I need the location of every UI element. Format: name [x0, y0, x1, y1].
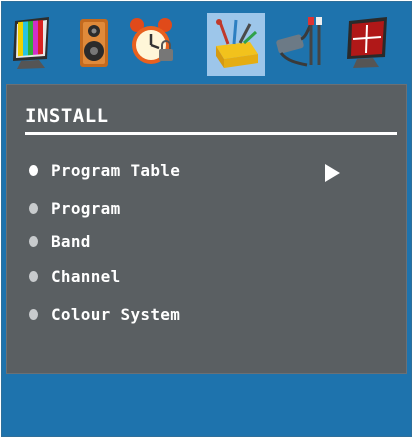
menu-item-label: Program Table: [51, 160, 181, 180]
menu-item-colour-system[interactable]: Colour System: [29, 303, 369, 325]
tv-color-bars-icon: [13, 17, 49, 69]
menu-item-program-table[interactable]: Program Table: [29, 159, 369, 181]
menu-icon-bar: [2, 2, 411, 78]
bullet-icon: [29, 308, 38, 320]
submenu-arrow-icon[interactable]: [325, 164, 340, 182]
footer-bar: [6, 380, 407, 434]
bullet-icon: [29, 202, 38, 214]
tab-setup[interactable]: [340, 12, 398, 74]
toolbox-icon: [216, 19, 258, 68]
page-title: INSTALL: [25, 105, 109, 127]
alarm-clock-icon: [130, 18, 173, 64]
tab-timer[interactable]: [122, 12, 180, 74]
monitor-cross-icon: [347, 17, 387, 68]
menu-item-label: Program: [51, 198, 121, 218]
osd-menu-window: INSTALL Program Table Program Band Chann…: [1, 1, 412, 437]
bullet-icon: [29, 235, 38, 247]
menu-item-program[interactable]: Program: [29, 197, 369, 219]
tab-install[interactable]: [207, 13, 265, 76]
menu-item-label: Band: [51, 231, 91, 251]
install-menu-panel: INSTALL Program Table Program Band Chann…: [6, 84, 407, 374]
bullet-icon: [29, 164, 38, 176]
tab-sound[interactable]: [64, 12, 122, 74]
menu-item-label: Colour System: [51, 304, 181, 324]
bullet-icon: [29, 270, 38, 282]
menu-item-channel[interactable]: Channel: [29, 265, 369, 287]
menu-item-band[interactable]: Band: [29, 230, 369, 252]
av-cables-icon: [276, 17, 322, 67]
menu-item-label: Channel: [51, 266, 121, 286]
speaker-icon: [80, 19, 108, 67]
tab-picture[interactable]: [6, 12, 64, 74]
tab-source[interactable]: [270, 12, 328, 74]
title-divider: [25, 132, 397, 135]
